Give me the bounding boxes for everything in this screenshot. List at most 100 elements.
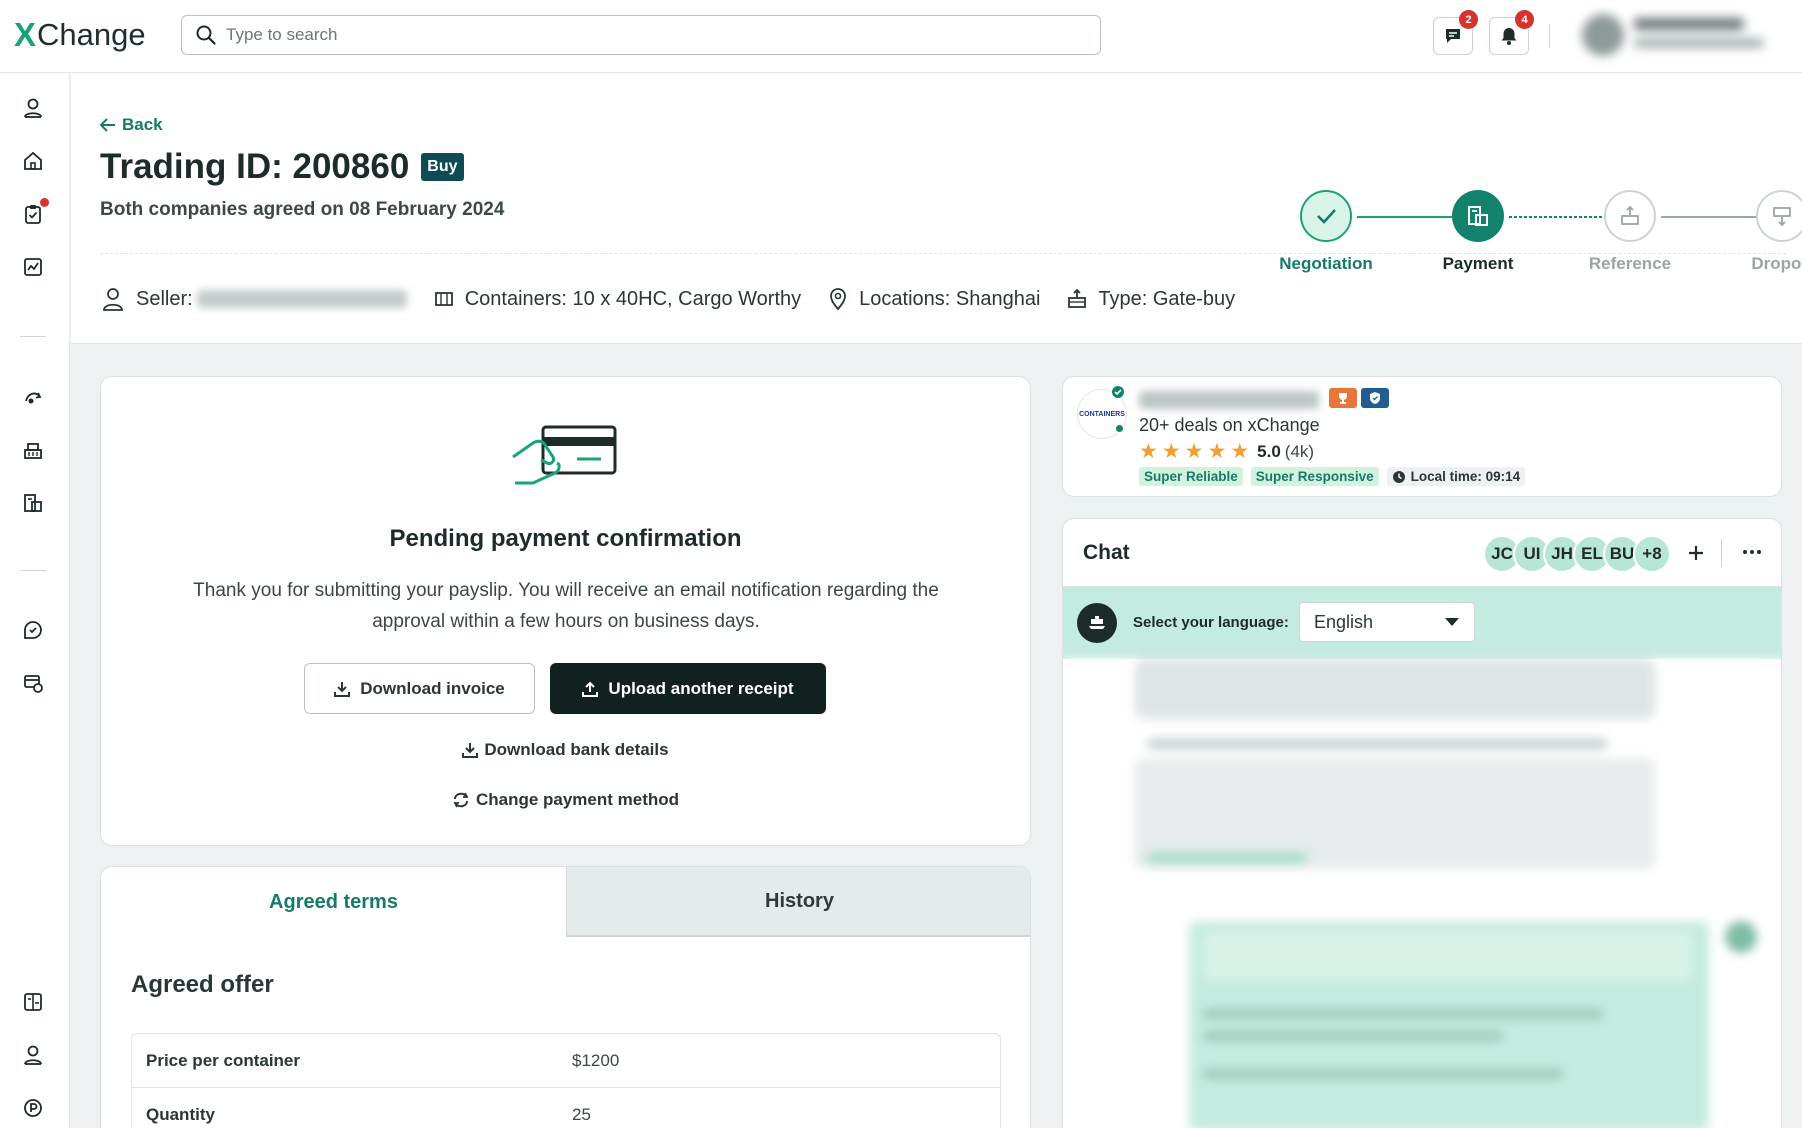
step-dropoff[interactable]: Dropoff xyxy=(1727,190,1802,274)
chat-messages-blurred xyxy=(1063,659,1781,1128)
notifications-button[interactable]: 4 xyxy=(1489,10,1534,55)
payment-status-card: Pending payment confirmation Thank you f… xyxy=(100,376,1031,846)
payment-status-text: Thank you for submitting your payslip. Y… xyxy=(193,580,939,632)
seller-label: Seller: xyxy=(136,287,193,310)
search-input[interactable] xyxy=(226,25,1076,45)
sidebar-payments-icon[interactable] xyxy=(20,490,46,516)
change-payment-method-link[interactable]: Change payment method xyxy=(101,790,1030,810)
quoted-message xyxy=(1203,931,1693,981)
logo-x: X xyxy=(14,16,37,53)
download-bank-details-link[interactable]: Download bank details xyxy=(101,740,1030,760)
message-line xyxy=(1203,1069,1563,1079)
more-options-icon[interactable] xyxy=(1742,549,1762,555)
chat-header-divider xyxy=(1721,539,1722,567)
payment-icon xyxy=(1452,190,1504,242)
xchange-logo[interactable]: X Change xyxy=(14,16,146,54)
local-time-tag: Local time: 09:14 xyxy=(1386,467,1526,486)
sidebar-account-icon[interactable] xyxy=(20,1042,46,1068)
sidebar-documents-icon[interactable] xyxy=(20,989,46,1015)
tag-super-responsive: Super Responsive xyxy=(1250,467,1379,486)
star-icon: ★ xyxy=(1207,440,1227,463)
location-pin-icon xyxy=(830,288,847,311)
sidebar xyxy=(0,73,70,1128)
chat-header: Chat JC UI JH EL BU +8 xyxy=(1063,519,1781,587)
chat-bubble-icon xyxy=(1446,29,1460,43)
trade-type-badge: Buy xyxy=(421,153,464,181)
seller-deals-count: 20+ deals on xChange xyxy=(1139,415,1320,435)
arrow-left-icon xyxy=(100,118,115,132)
chat-participants[interactable]: JC UI JH EL BU +8 xyxy=(1483,535,1671,573)
shield-icon xyxy=(1361,388,1389,408)
agreed-offer-table: Price per container $1200 Quantity 25 xyxy=(131,1033,1001,1128)
language-label: Select your language: xyxy=(1133,614,1289,631)
sidebar-billing-icon[interactable] xyxy=(20,670,46,696)
location-text: Locations: Shanghai xyxy=(859,287,1041,310)
download-invoice-button[interactable]: Download invoice xyxy=(304,663,535,714)
company-logo-text: CONTAINERS xyxy=(1079,410,1125,418)
user-profile-menu[interactable] xyxy=(1582,12,1782,58)
step-payment[interactable]: Payment xyxy=(1423,190,1533,274)
language-selected: English xyxy=(1314,611,1374,632)
chat-panel: Chat JC UI JH EL BU +8 Select your langu… xyxy=(1062,518,1782,1128)
row-value: 25 xyxy=(572,1104,591,1124)
language-select[interactable]: English xyxy=(1299,602,1475,642)
download-icon xyxy=(462,743,479,758)
check-icon xyxy=(1300,190,1352,242)
step-negotiation[interactable]: Negotiation xyxy=(1271,190,1381,274)
tab-history[interactable]: History xyxy=(566,867,1030,937)
online-status-dot xyxy=(1115,424,1124,433)
step-label: Payment xyxy=(1442,254,1514,273)
user-icon xyxy=(103,288,123,311)
change-method-label: Change payment method xyxy=(475,790,680,809)
seller-info: Seller: xyxy=(100,286,407,312)
trophy-icon xyxy=(1329,388,1357,408)
tag-super-reliable: Super Reliable xyxy=(1139,467,1243,486)
profile-name-blurred xyxy=(1634,18,1744,30)
sidebar-analytics-icon[interactable] xyxy=(20,254,46,280)
card-payment-icon xyxy=(512,425,617,485)
rating-count: (4k) xyxy=(1284,441,1315,461)
download-bank-label: Download bank details xyxy=(484,740,669,759)
messages-count-badge: 2 xyxy=(1459,10,1478,29)
back-link[interactable]: Back xyxy=(100,115,163,135)
table-row: Quantity 25 xyxy=(132,1088,1000,1128)
upload-receipt-label: Upload another receipt xyxy=(608,678,794,698)
gate-icon xyxy=(1068,288,1087,308)
type-text: Type: Gate-buy xyxy=(1098,287,1236,310)
table-row: Price per container $1200 xyxy=(132,1034,1000,1088)
sidebar-profile-icon[interactable] xyxy=(20,95,46,121)
upload-icon xyxy=(582,681,599,697)
star-icon: ★ xyxy=(1230,440,1250,463)
row-key: Price per container xyxy=(146,1050,301,1070)
more-participants-count: +8 xyxy=(1633,535,1671,573)
container-icon xyxy=(434,292,453,306)
add-participant-icon[interactable] xyxy=(1687,544,1705,562)
messages-button[interactable]: 2 xyxy=(1433,10,1478,55)
dropoff-icon xyxy=(1756,190,1802,242)
translate-icon xyxy=(1077,603,1117,643)
upload-receipt-button[interactable]: Upload another receipt xyxy=(550,663,826,714)
sidebar-currency-icon[interactable] xyxy=(20,1095,46,1121)
row-key: Quantity xyxy=(146,1104,215,1124)
trade-header: Back Trading ID: 200860 Buy Both compani… xyxy=(71,73,1802,344)
search-box[interactable] xyxy=(181,15,1101,55)
tab-agreed-terms[interactable]: Agreed terms xyxy=(101,867,566,937)
download-icon xyxy=(334,681,351,697)
sidebar-inventory-icon[interactable] xyxy=(20,437,46,463)
verified-icon xyxy=(1112,386,1124,398)
message-line xyxy=(1203,1009,1603,1019)
sidebar-deals-icon[interactable] xyxy=(20,384,46,410)
step-reference[interactable]: Reference xyxy=(1575,190,1685,274)
seller-tags: Super Reliable Super Responsive Local ti… xyxy=(1139,467,1526,486)
star-icon: ★ xyxy=(1184,440,1204,463)
bell-icon xyxy=(1501,28,1517,45)
sidebar-home-icon[interactable] xyxy=(20,148,46,174)
containers-text: Containers: 10 x 40HC, Cargo Worthy xyxy=(464,287,802,310)
reference-icon xyxy=(1604,190,1656,242)
language-bar: Select your language: English xyxy=(1063,587,1781,659)
sidebar-support-icon[interactable] xyxy=(20,617,46,643)
message-bubble xyxy=(1135,659,1655,719)
topbar-divider xyxy=(1549,24,1550,48)
back-label: Back xyxy=(122,115,163,134)
message-line xyxy=(1147,739,1607,749)
